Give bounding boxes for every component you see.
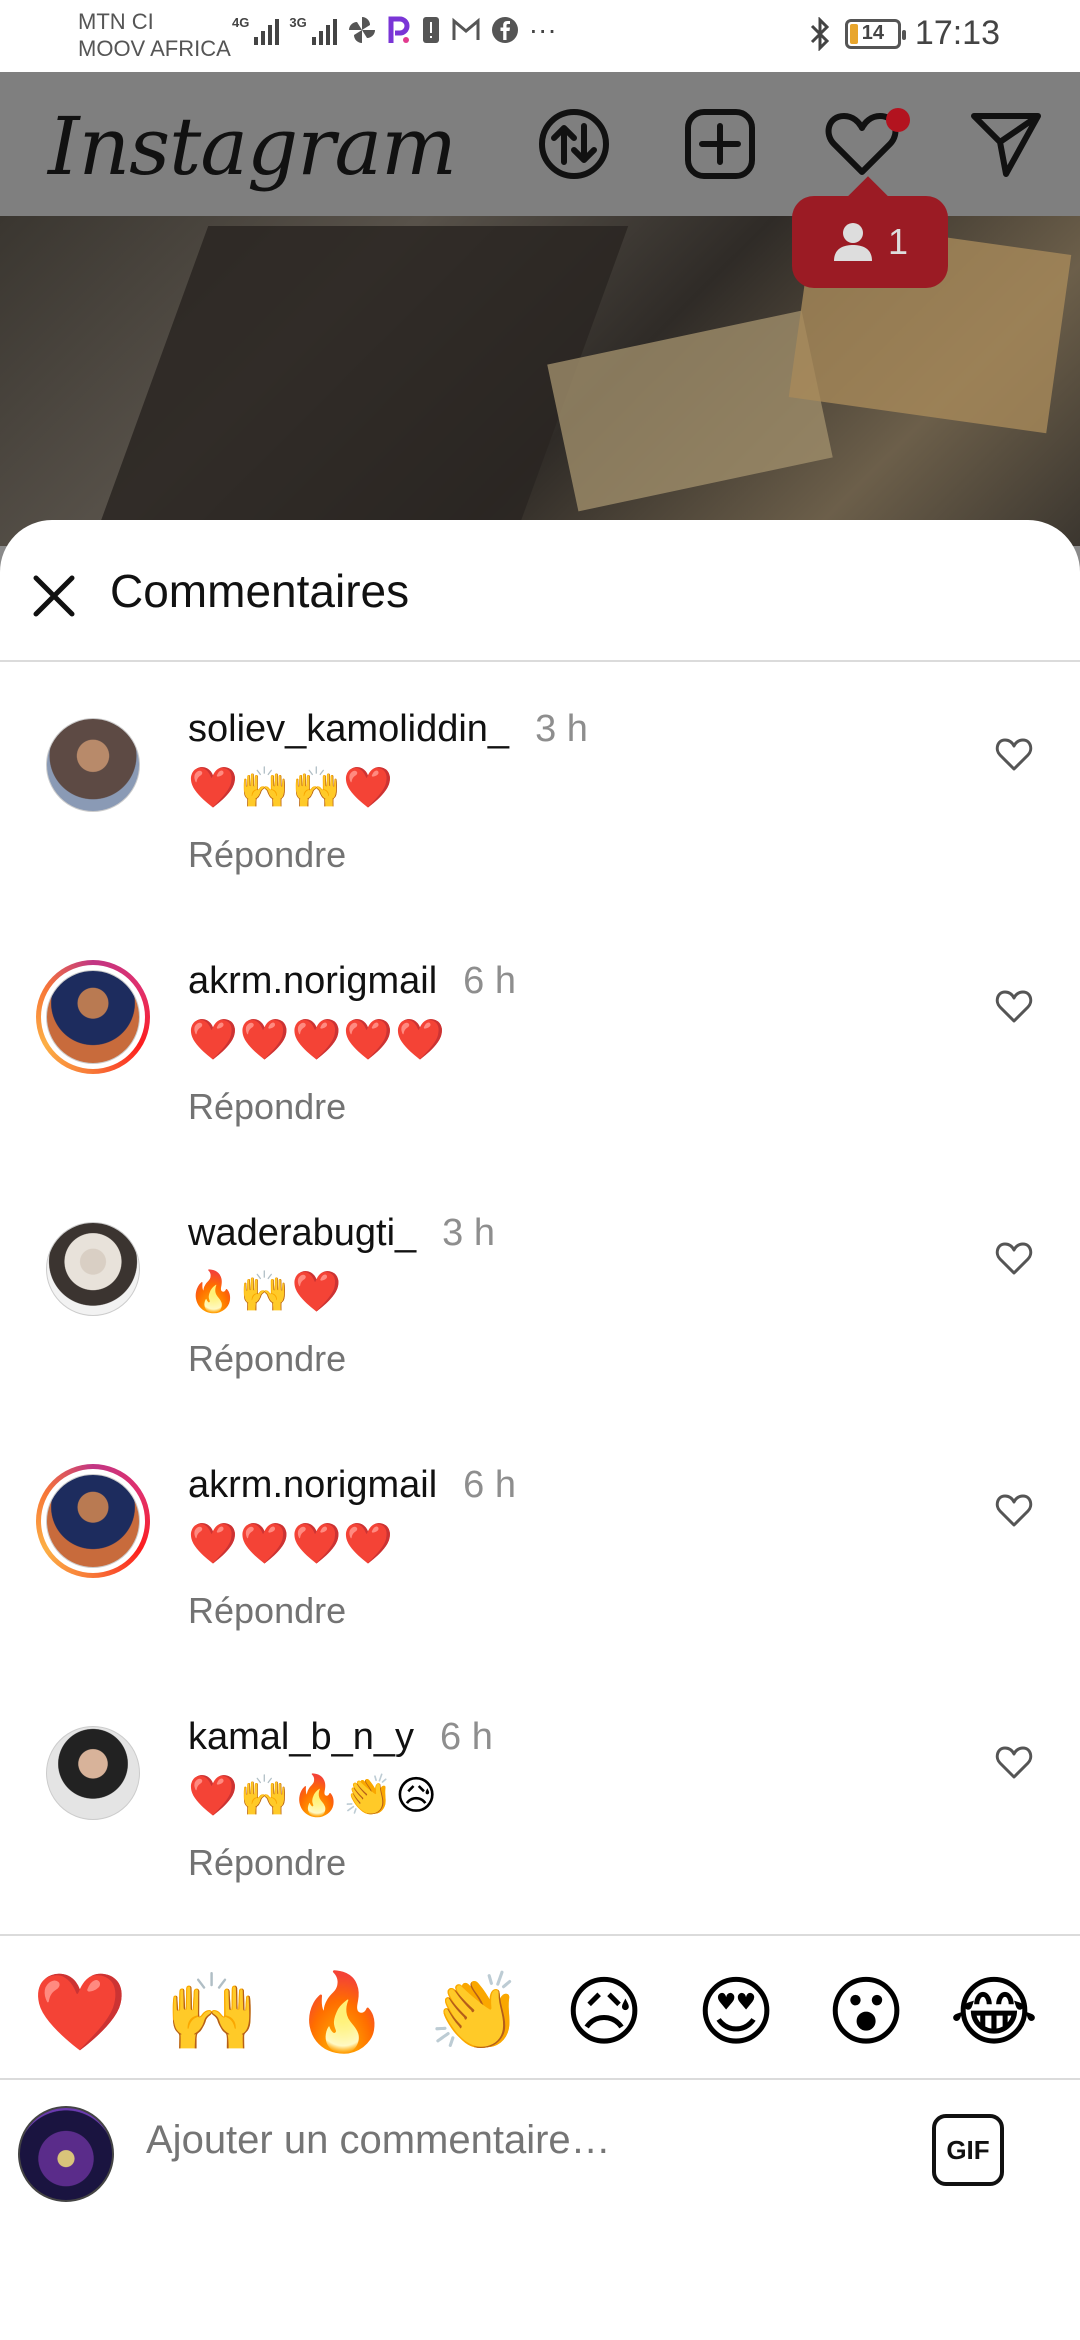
comment-item: waderabugti_ 3 h 🔥🙌❤️ Répondre [0, 1212, 1080, 1442]
comment-item: akrm.norigmail 6 h ❤️❤️❤️❤️❤️ Répondre [0, 960, 1080, 1190]
signal-4g-icon: 4G [232, 15, 280, 45]
quick-reactions-bar: ❤️ 🙌 🔥 👏 😥 😍 😮 😂 [0, 1934, 1080, 2080]
reaction-surprised[interactable]: 😮 [818, 1968, 914, 2058]
like-heart-icon[interactable] [994, 734, 1034, 774]
gmail-icon [452, 17, 480, 40]
reaction-laughing[interactable]: 😂 [946, 1968, 1042, 2058]
carrier-line-2: MOOV AFRICA [78, 36, 231, 61]
comment-header: soliev_kamoliddin_ 3 h [188, 708, 588, 751]
my-avatar [18, 2106, 114, 2202]
comment-header: waderabugti_ 3 h [188, 1212, 495, 1255]
avatar-story-ring[interactable] [36, 960, 150, 1074]
comment-input[interactable] [146, 2118, 906, 2163]
follower-activity-tooltip[interactable]: 1 [792, 196, 948, 288]
comment-item: akrm.norigmail 6 h ❤️❤️❤️❤️ Répondre [0, 1464, 1080, 1694]
instagram-logo[interactable]: Instagram [48, 100, 457, 193]
like-heart-icon[interactable] [994, 1490, 1034, 1530]
battery-level: 14 [861, 22, 885, 44]
clock: 17:13 [914, 14, 1000, 52]
battery-icon: 14 [844, 18, 906, 49]
comment-text: ❤️🙌🔥👏😥 [188, 1774, 439, 1818]
comment-header: kamal_b_n_y 6 h [188, 1716, 493, 1759]
notification-dot [886, 108, 910, 132]
status-left-icons: 4G 3G ··· [232, 14, 557, 46]
reaction-sad[interactable]: 😥 [556, 1968, 652, 2058]
comment-header: akrm.norigmail 6 h [188, 1464, 516, 1507]
reaction-heart[interactable]: ❤️ [32, 1968, 128, 2058]
reply-button[interactable]: Répondre [188, 1086, 346, 1128]
reaction-fire[interactable]: 🔥 [294, 1968, 390, 2058]
pinwheel-app-icon [348, 17, 375, 43]
carrier-line-1: MTN CI [78, 9, 154, 34]
comment-text: 🔥🙌❤️ [188, 1270, 344, 1314]
p-app-icon [388, 16, 410, 43]
comments-sheet: Commentaires soliev_kamoliddin_ 3 h ❤️🙌🙌❤… [0, 520, 1080, 2340]
create-post-icon[interactable] [680, 104, 760, 184]
signal-3g-icon: 3G [289, 15, 337, 45]
comment-text: ❤️❤️❤️❤️❤️ [188, 1018, 448, 1062]
bluetooth-icon [810, 16, 830, 51]
reaction-raising-hands[interactable]: 🙌 [164, 1968, 260, 2058]
comment-time: 3 h [535, 708, 588, 750]
like-heart-icon[interactable] [994, 986, 1034, 1026]
carrier-info: MTN CI MOOV AFRICA [78, 8, 231, 62]
reaction-heart-eyes[interactable]: 😍 [688, 1968, 784, 2058]
person-icon [833, 223, 872, 261]
signal-4g-label: 4G [232, 15, 250, 30]
reply-button[interactable]: Répondre [188, 834, 346, 876]
avatar-image [46, 970, 140, 1064]
avatar[interactable] [36, 1716, 150, 1830]
more-notifications-icon: ··· [528, 14, 557, 45]
reply-button[interactable]: Répondre [188, 1842, 346, 1884]
signal-3g-label: 3G [289, 15, 307, 30]
comment-text: ❤️🙌🙌❤️ [188, 766, 396, 810]
status-right-icons: 14 17:13 [809, 14, 1000, 53]
activity-count: 1 [887, 221, 909, 262]
comment-composer: GIF [0, 2080, 1080, 2220]
comment-text: ❤️❤️❤️❤️ [188, 1522, 396, 1566]
like-heart-icon[interactable] [994, 1238, 1034, 1278]
reaction-clap[interactable]: 👏 [428, 1968, 524, 2058]
avatar-story-ring[interactable] [36, 1464, 150, 1578]
direct-messages-icon[interactable] [966, 104, 1046, 184]
comment-username[interactable]: akrm.norigmail [188, 960, 437, 1002]
comment-time: 6 h [463, 960, 516, 1002]
facebook-icon [491, 17, 518, 43]
sim-alert-icon [422, 17, 439, 43]
switch-account-icon[interactable] [534, 104, 614, 184]
avatar-image [46, 1474, 140, 1568]
screen: MTN CI MOOV AFRICA 4G 3G ··· 14 17:13 In… [0, 0, 1080, 2340]
avatar-image [46, 1726, 140, 1820]
comment-time: 3 h [442, 1212, 495, 1254]
avatar[interactable] [36, 1212, 150, 1326]
avatar[interactable] [36, 708, 150, 822]
reply-button[interactable]: Répondre [188, 1338, 346, 1380]
close-icon[interactable] [28, 570, 80, 622]
comment-item: soliev_kamoliddin_ 3 h ❤️🙌🙌❤️ Répondre [0, 708, 1080, 938]
comment-time: 6 h [463, 1464, 516, 1506]
comment-username[interactable]: soliev_kamoliddin_ [188, 708, 509, 750]
comment-item: kamal_b_n_y 6 h ❤️🙌🔥👏😥 Répondre [0, 1716, 1080, 1946]
status-bar: MTN CI MOOV AFRICA 4G 3G ··· 14 17:13 [0, 0, 1080, 72]
like-heart-icon[interactable] [994, 1742, 1034, 1782]
avatar-image [46, 718, 140, 812]
comment-username[interactable]: waderabugti_ [188, 1212, 416, 1254]
gif-button[interactable]: GIF [932, 2114, 1004, 2186]
comment-time: 6 h [440, 1716, 493, 1758]
instagram-header: Instagram [0, 72, 1080, 216]
comment-username[interactable]: kamal_b_n_y [188, 1716, 414, 1758]
sheet-title: Commentaires [110, 565, 410, 617]
reply-button[interactable]: Répondre [188, 1590, 346, 1632]
comment-username[interactable]: akrm.norigmail [188, 1464, 437, 1506]
sheet-header: Commentaires [0, 520, 1080, 662]
comment-header: akrm.norigmail 6 h [188, 960, 516, 1003]
avatar-image [46, 1222, 140, 1316]
